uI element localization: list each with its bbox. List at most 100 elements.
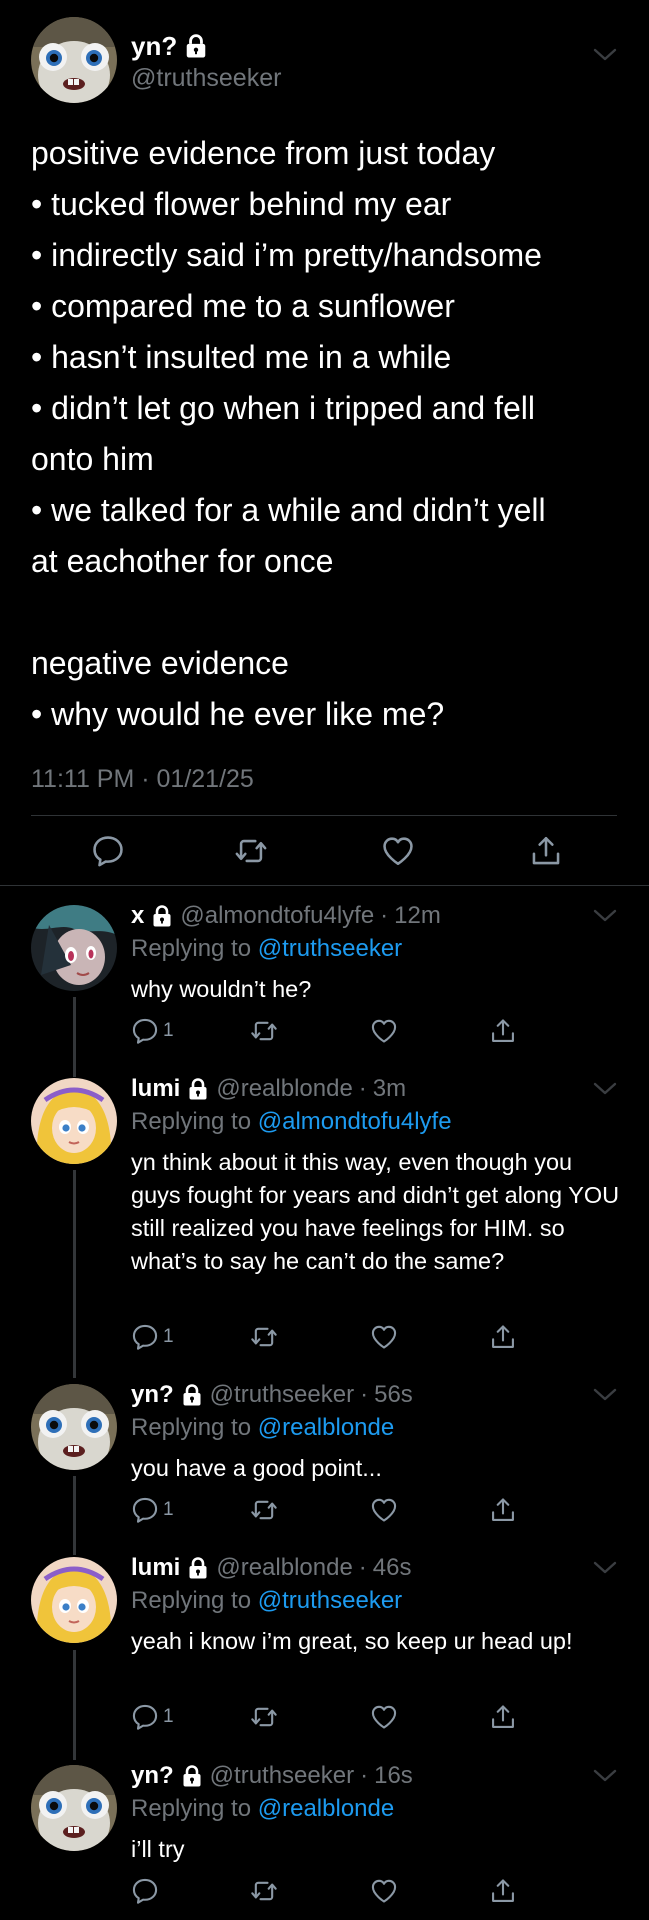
handle[interactable]: @truthseeker — [210, 1762, 354, 1790]
reply-action[interactable]: 1 — [131, 1495, 174, 1525]
lock-icon — [182, 1384, 202, 1406]
share-icon — [489, 1017, 517, 1045]
display-name[interactable]: lumi — [131, 1554, 180, 1582]
author-handle: @truthseeker — [131, 64, 282, 92]
display-name: yn? — [131, 30, 178, 61]
tweet-line-gap — [31, 587, 631, 638]
replying-to: Replying to @realblonde — [131, 1795, 394, 1823]
avatar-image — [31, 905, 117, 991]
like-icon — [370, 1017, 398, 1045]
reply-time: 56s — [374, 1381, 413, 1408]
retweet-action[interactable] — [250, 1495, 278, 1525]
retweet-action[interactable] — [250, 1322, 278, 1352]
reply-actions: 1 — [0, 1702, 649, 1736]
main-tweet: yn? @truthseeker positive evidence from … — [0, 0, 649, 886]
reply-actions: 1 — [0, 1322, 649, 1356]
mention-link[interactable]: @truthseeker — [258, 1587, 402, 1614]
reply-action[interactable]: 1 — [131, 1016, 174, 1046]
share-action[interactable] — [489, 1016, 517, 1046]
chevron-down-icon[interactable] — [593, 1082, 617, 1096]
display-name[interactable]: yn? — [131, 1762, 174, 1790]
retweet-action[interactable] — [250, 1702, 278, 1732]
avatar-image — [31, 1557, 117, 1643]
tweet-actions — [0, 826, 649, 876]
reply-icon — [131, 1703, 159, 1731]
reply-header: lumi @realblonde · 46s — [131, 1552, 412, 1584]
reply-icon[interactable] — [91, 834, 125, 868]
like-icon — [370, 1323, 398, 1351]
share-action[interactable] — [489, 1495, 517, 1525]
author-display-name-row: yn? — [131, 30, 281, 62]
handle[interactable]: @realblonde — [216, 1554, 352, 1582]
chevron-down-icon[interactable] — [593, 1769, 617, 1783]
tweet-timestamp[interactable]: 11:11 PM · 01/21/25 — [31, 765, 254, 794]
avatar[interactable] — [31, 905, 117, 991]
reply-count: 1 — [163, 1706, 174, 1727]
replying-label: Replying to — [131, 935, 252, 962]
retweet-action[interactable] — [250, 1876, 278, 1906]
like-action[interactable] — [370, 1016, 398, 1046]
mention-link[interactable]: @realblonde — [258, 1414, 394, 1441]
like-action[interactable] — [370, 1322, 398, 1352]
avatar[interactable] — [31, 17, 117, 103]
handle[interactable]: @almondtofu4lyfe — [180, 902, 374, 930]
share-icon — [489, 1323, 517, 1351]
like-icon — [370, 1496, 398, 1524]
avatar[interactable] — [31, 1384, 117, 1470]
divider — [31, 815, 617, 816]
share-icon[interactable] — [529, 834, 563, 868]
reply-header: x @almondtofu4lyfe · 12m — [131, 900, 441, 932]
avatar-image — [31, 1078, 117, 1164]
reply-text: you have a good point... — [131, 1455, 382, 1481]
handle[interactable]: @truthseeker — [210, 1381, 354, 1409]
reply-header: yn? @truthseeker · 56s — [131, 1379, 413, 1411]
tweet-line: at eachother for once — [31, 543, 334, 579]
display-name[interactable]: x — [131, 902, 144, 930]
tweet-line: • tucked flower behind my ear — [31, 186, 452, 222]
reply-icon — [131, 1323, 159, 1351]
chevron-down-icon[interactable] — [593, 1561, 617, 1575]
chevron-down-icon[interactable] — [593, 1388, 617, 1402]
like-action[interactable] — [370, 1702, 398, 1732]
retweet-icon[interactable] — [234, 834, 268, 868]
replying-to: Replying to @truthseeker — [131, 1587, 402, 1615]
tweet-line: onto him — [31, 441, 154, 477]
like-icon[interactable] — [381, 834, 415, 868]
tweet-text: positive evidence from just today • tuck… — [31, 128, 631, 740]
avatar-image — [31, 1384, 117, 1470]
reply-icon — [131, 1877, 159, 1905]
reply-time: 16s — [374, 1762, 413, 1789]
reply-action[interactable]: 1 — [131, 1702, 174, 1732]
reply-action[interactable]: 1 — [131, 1322, 174, 1352]
share-action[interactable] — [489, 1702, 517, 1732]
display-name[interactable]: yn? — [131, 1381, 174, 1409]
reply-text: why wouldn’t he? — [131, 976, 312, 1002]
reply-icon — [131, 1496, 159, 1524]
mention-link[interactable]: @almondtofu4lyfe — [258, 1108, 452, 1135]
share-icon — [489, 1877, 517, 1905]
chevron-down-icon[interactable] — [593, 48, 617, 62]
share-action[interactable] — [489, 1322, 517, 1352]
avatar[interactable] — [31, 1557, 117, 1643]
reply-action[interactable] — [131, 1876, 163, 1906]
tweet-line: positive evidence from just today — [31, 135, 496, 171]
avatar[interactable] — [31, 1078, 117, 1164]
chevron-down-icon[interactable] — [593, 909, 617, 923]
tweet-author[interactable]: yn? @truthseeker — [131, 30, 281, 93]
reply-header: lumi @realblonde · 3m — [131, 1073, 406, 1105]
retweet-icon — [250, 1017, 278, 1045]
mention-link[interactable]: @truthseeker — [258, 935, 402, 962]
separator: · — [380, 902, 389, 929]
like-action[interactable] — [370, 1495, 398, 1525]
reply-count: 1 — [163, 1020, 174, 1041]
reply-actions: 1 — [0, 1016, 649, 1050]
avatar-image — [31, 1765, 117, 1851]
mention-link[interactable]: @realblonde — [258, 1795, 394, 1822]
like-action[interactable] — [370, 1876, 398, 1906]
display-name[interactable]: lumi — [131, 1075, 180, 1103]
retweet-action[interactable] — [250, 1016, 278, 1046]
replying-label: Replying to — [131, 1108, 252, 1135]
avatar[interactable] — [31, 1765, 117, 1851]
share-action[interactable] — [489, 1876, 517, 1906]
handle[interactable]: @realblonde — [216, 1075, 352, 1103]
